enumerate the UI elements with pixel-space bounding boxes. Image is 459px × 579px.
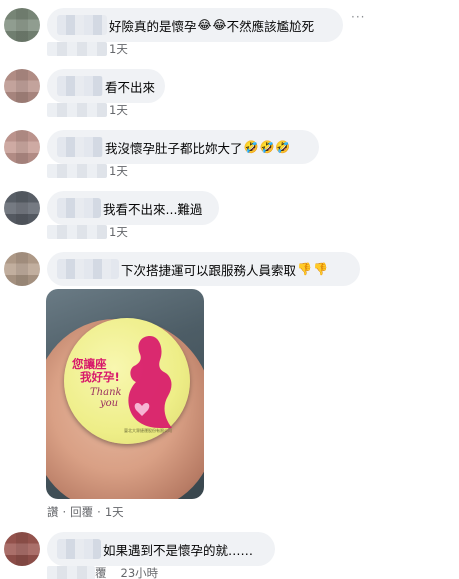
emoji: 👎: [312, 262, 328, 276]
comment-actions: 讚 · 回覆 · 1天: [47, 504, 124, 520]
comment-bubble: 我沒懷孕肚子都比妳大了 🤣 🤣 🤣: [47, 130, 319, 164]
timestamp[interactable]: 1天: [109, 41, 128, 57]
timestamp[interactable]: 1天: [109, 163, 128, 179]
comment-text: 如果遇到不是懷孕的就……: [103, 542, 254, 558]
comment-bubble: 看不出來: [47, 69, 165, 103]
emoji: 🤣: [275, 140, 291, 154]
pregnant-silhouette-icon: [128, 336, 172, 428]
comment-actions: 1天: [47, 102, 128, 118]
comment-text-after: 不然應該尷尬死: [226, 18, 315, 34]
comment-text: 下次搭捷運可以跟服務人員索取: [121, 262, 297, 278]
timestamp[interactable]: 23小時: [121, 565, 159, 579]
comment-bubble: 如果遇到不是懷孕的就……: [47, 532, 275, 566]
actions-blurred: [47, 103, 107, 117]
reply-link[interactable]: 回覆: [70, 504, 93, 520]
timestamp[interactable]: 1天: [105, 504, 124, 520]
comment-actions: 覆 23小時: [47, 565, 158, 579]
comment-actions: 1天: [47, 224, 128, 240]
commenter-name-blurred[interactable]: [57, 76, 103, 96]
comment-photo[interactable]: 您讓座 我好孕! Thank you 臺北大眾捷運股份有限公司: [46, 289, 204, 499]
actions-blurred: [47, 566, 95, 579]
actions-blurred: [47, 164, 107, 178]
comment-bubble: 好險真的是懷孕 😂 😂 不然應該尷尬死: [47, 8, 343, 42]
emoji: 🤣: [259, 140, 275, 154]
comment-bubble: 我看不出來...難過: [47, 191, 219, 225]
commenter-name-blurred[interactable]: [57, 198, 101, 218]
timestamp[interactable]: 1天: [109, 102, 128, 118]
emoji: 😂: [197, 18, 212, 32]
priority-seat-badge: 您讓座 我好孕! Thank you 臺北大眾捷運股份有限公司: [64, 318, 190, 444]
commenter-name-blurred[interactable]: [57, 259, 119, 279]
badge-text: 我好孕!: [80, 370, 120, 384]
comment-bubble: 下次搭捷運可以跟服務人員索取 👎 👎: [47, 252, 360, 286]
comment-text: 好險真的是懷孕: [109, 18, 197, 34]
comment-text: 我沒懷孕肚子都比妳大了: [105, 140, 243, 156]
actions-blurred: [47, 42, 107, 56]
separator: ·: [62, 505, 67, 519]
separator: ·: [97, 505, 101, 519]
avatar[interactable]: [4, 130, 40, 164]
like-link[interactable]: 讚: [47, 504, 59, 520]
avatar[interactable]: [4, 8, 40, 42]
commenter-name-blurred[interactable]: [57, 539, 101, 559]
emoji: 🤣: [243, 140, 259, 154]
commenter-name-blurred[interactable]: [57, 15, 107, 35]
emoji: 😂: [212, 18, 227, 32]
comment-actions: 1天: [47, 41, 128, 57]
comment-actions: 1天: [47, 163, 128, 179]
avatar[interactable]: [4, 252, 40, 286]
comment-text: 我看不出來...難過: [103, 201, 203, 217]
more-options-icon[interactable]: ···: [351, 11, 365, 23]
avatar[interactable]: [4, 191, 40, 225]
badge-text: you: [100, 398, 119, 409]
avatar[interactable]: [4, 532, 40, 566]
comment-text: 看不出來: [104, 79, 155, 95]
badge-text: Thank: [90, 387, 122, 398]
timestamp[interactable]: 1天: [109, 224, 128, 240]
actions-blurred: [47, 225, 107, 239]
reply-link[interactable]: 覆: [95, 565, 107, 579]
avatar[interactable]: [4, 69, 40, 103]
badge-issuer-text: 臺北大眾捷運股份有限公司: [124, 428, 172, 433]
commenter-name-blurred[interactable]: [57, 137, 103, 157]
emoji: 👎: [297, 262, 312, 276]
